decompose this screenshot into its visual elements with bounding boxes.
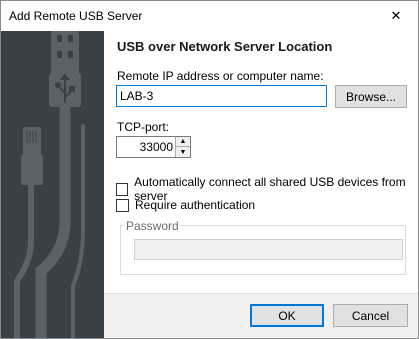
side-panel [1,31,104,338]
tcp-port-label: TCP-port: [117,120,170,134]
password-field [134,239,403,260]
spin-down-icon[interactable]: ▼ [175,147,190,157]
footer-divider [104,293,418,294]
auto-connect-checkbox[interactable] [116,182,129,196]
ip-address-field[interactable] [116,85,327,107]
close-icon: ✕ [390,8,402,23]
cancel-button[interactable]: Cancel [333,304,408,327]
ip-address-label: Remote IP address or computer name: [117,69,324,83]
ip-address-input[interactable] [117,86,326,106]
spin-up-icon[interactable]: ▲ [175,137,190,147]
tcp-port-value[interactable]: 33000 [117,137,175,157]
content-panel: USB over Network Server Location Remote … [104,31,418,293]
tcp-port-stepper[interactable]: 33000 ▲ ▼ [116,136,191,158]
password-group-label: Password [124,219,181,233]
close-button[interactable]: ✕ [374,1,418,31]
usb-cable-graphic [14,31,85,338]
window-title: Add Remote USB Server [9,9,143,23]
spin-buttons: ▲ ▼ [175,137,190,157]
title-bar[interactable]: Add Remote USB Server ✕ [1,1,418,31]
require-auth-checkbox[interactable] [116,198,129,212]
add-remote-usb-server-dialog: Add Remote USB Server ✕ USB over Network… [0,0,419,339]
require-auth-label[interactable]: Require authentication [135,198,255,212]
require-auth-option[interactable]: Require authentication [116,198,255,212]
browse-button[interactable]: Browse... [335,85,407,108]
ok-button[interactable]: OK [250,304,324,327]
section-heading: USB over Network Server Location [117,39,333,54]
